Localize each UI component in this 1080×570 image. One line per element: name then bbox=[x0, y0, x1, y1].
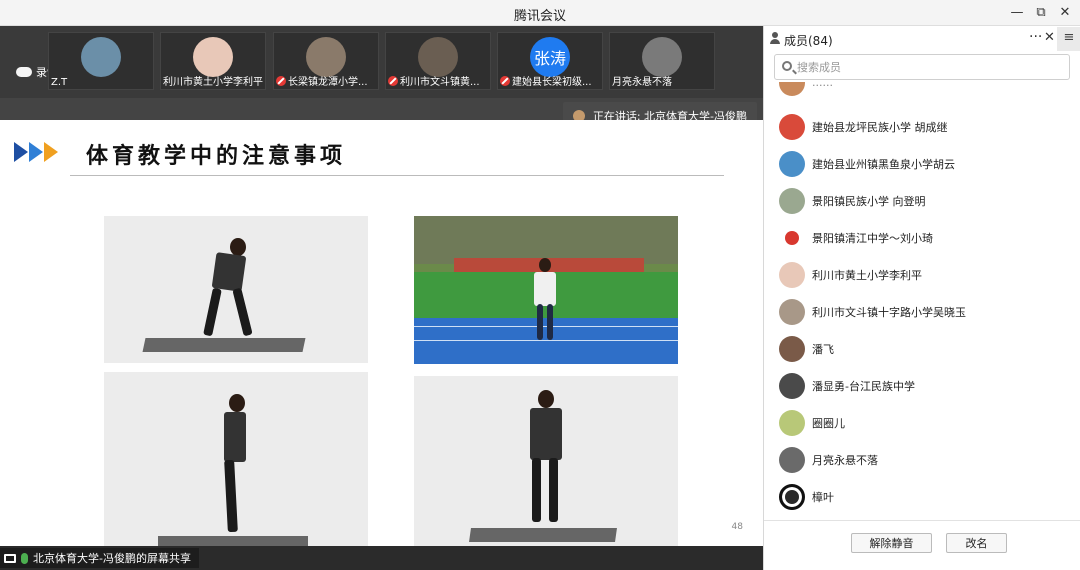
member-panel: 成员(84) ··· ✕ ≡ ...... 建始县龙坪民族小学 胡成继 建始县业… bbox=[763, 26, 1080, 570]
unmute-button[interactable]: 解除静音 bbox=[851, 533, 932, 553]
list-item[interactable]: 潘飞 bbox=[764, 330, 1080, 367]
close-button[interactable]: ✕ bbox=[1055, 3, 1075, 23]
avatar bbox=[642, 37, 682, 77]
chevron-arrows-icon bbox=[14, 142, 59, 162]
list-item[interactable]: 利川市黄土小学李利平 bbox=[764, 256, 1080, 293]
avatar bbox=[779, 483, 805, 510]
list-item[interactable]: 樟叶 bbox=[764, 478, 1080, 515]
more-options-icon[interactable]: ··· bbox=[1029, 29, 1042, 45]
avatar bbox=[779, 446, 805, 473]
avatar: 张涛 bbox=[530, 37, 570, 77]
avatar bbox=[779, 372, 805, 399]
screen-share-icon bbox=[4, 553, 16, 563]
list-item[interactable]: 建始县业州镇黑鱼泉小学胡云 bbox=[764, 145, 1080, 182]
list-item[interactable]: ...... bbox=[764, 82, 1080, 101]
cloud-record-icon bbox=[16, 67, 32, 77]
member-list: ...... 建始县龙坪民族小学 胡成继 建始县业州镇黑鱼泉小学胡云 景阳镇民族… bbox=[764, 82, 1080, 518]
avatar bbox=[779, 82, 805, 96]
close-panel-button[interactable]: ✕ bbox=[1044, 30, 1055, 45]
screen-share-label[interactable]: 北京体育大学-冯俊鹏的屏幕共享 bbox=[0, 548, 199, 568]
avatar bbox=[81, 37, 121, 77]
slide-title: 体育教学中的注意事项 bbox=[86, 143, 347, 169]
member-panel-footer: 解除静音 改名 bbox=[764, 520, 1080, 570]
avatar bbox=[193, 37, 233, 77]
shared-slide: 体育教学中的注意事项 48 bbox=[0, 120, 763, 559]
mic-icon bbox=[21, 552, 28, 564]
screen-share-bar: 北京体育大学-冯俊鹏的屏幕共享 bbox=[0, 546, 763, 570]
participant-name: 长梁镇龙潭小学... bbox=[274, 73, 378, 88]
exercise-photo-ready-stance bbox=[104, 216, 368, 363]
avatar bbox=[779, 150, 805, 177]
restore-button[interactable]: ⧉ bbox=[1031, 3, 1051, 23]
slide-page-number: 48 bbox=[731, 522, 743, 532]
title-bar: 腾讯会议 — ⧉ ✕ bbox=[0, 0, 1080, 26]
exercise-photo-heel-raise bbox=[104, 372, 368, 559]
participant-tile[interactable]: Z.T bbox=[48, 32, 154, 90]
avatar bbox=[306, 37, 346, 77]
avatar bbox=[779, 335, 805, 362]
person-icon bbox=[770, 32, 780, 44]
avatar bbox=[779, 261, 805, 288]
slide-divider bbox=[70, 175, 724, 176]
video-strip: 录制中 Z.T 利川市黄土小学李利平 长梁镇龙潭小学... 利川市文斗镇黄...… bbox=[0, 26, 763, 98]
muted-mic-icon bbox=[388, 75, 398, 86]
screen-share-text: 北京体育大学-冯俊鹏的屏幕共享 bbox=[33, 552, 191, 565]
meeting-area: 录制中 Z.T 利川市黄土小学李利平 长梁镇龙潭小学... 利川市文斗镇黄...… bbox=[0, 26, 763, 570]
rename-button[interactable]: 改名 bbox=[946, 533, 1007, 553]
member-panel-title: 成员(84) bbox=[784, 34, 833, 48]
participant-tile[interactable]: 长梁镇龙潭小学... bbox=[273, 32, 379, 90]
muted-mic-icon bbox=[500, 75, 510, 86]
avatar bbox=[779, 298, 805, 325]
avatar bbox=[779, 113, 805, 140]
participant-name: 月亮永悬不落 bbox=[612, 77, 672, 88]
participant-tile[interactable]: 利川市黄土小学李利平 bbox=[160, 32, 266, 90]
member-panel-header: 成员(84) ··· ✕ ≡ bbox=[764, 26, 1080, 52]
exercise-photo-standing bbox=[414, 376, 678, 558]
avatar bbox=[785, 230, 799, 245]
exercise-photo-field-jump-rope bbox=[414, 216, 678, 364]
search-icon bbox=[782, 61, 792, 71]
participant-name: 利川市文斗镇黄... bbox=[386, 73, 490, 88]
participant-tile[interactable]: 张涛 建始县长梁初级... bbox=[497, 32, 603, 90]
participant-name: Z.T bbox=[51, 77, 68, 88]
participant-tile[interactable]: 利川市文斗镇黄... bbox=[385, 32, 491, 90]
list-item[interactable]: 景阳镇民族小学 向登明 bbox=[764, 182, 1080, 219]
participant-name: 建始县长梁初级... bbox=[498, 73, 602, 88]
list-item[interactable]: 建始县龙坪民族小学 胡成继 bbox=[764, 108, 1080, 145]
list-item[interactable]: 利川市文斗镇十字路小学吴晓玉 bbox=[764, 293, 1080, 330]
participant-tile[interactable]: 月亮永悬不落 bbox=[609, 32, 715, 90]
avatar bbox=[779, 409, 805, 436]
list-item[interactable]: 景阳镇清江中学～刘小琦 bbox=[764, 219, 1080, 256]
avatar bbox=[779, 187, 805, 214]
member-search-input[interactable] bbox=[797, 58, 1065, 76]
list-item[interactable]: 圈圈儿 bbox=[764, 404, 1080, 441]
minimize-button[interactable]: — bbox=[1007, 3, 1027, 23]
window-title: 腾讯会议 bbox=[513, 9, 566, 24]
list-item[interactable]: 潘显勇-台江民族中学 bbox=[764, 367, 1080, 404]
list-item[interactable]: 月亮永悬不落 bbox=[764, 441, 1080, 478]
avatar bbox=[418, 37, 458, 77]
participant-name: 利川市黄土小学李利平 bbox=[163, 77, 263, 88]
member-search[interactable] bbox=[774, 54, 1070, 80]
menu-icon[interactable]: ≡ bbox=[1057, 27, 1080, 51]
muted-mic-icon bbox=[276, 75, 286, 86]
